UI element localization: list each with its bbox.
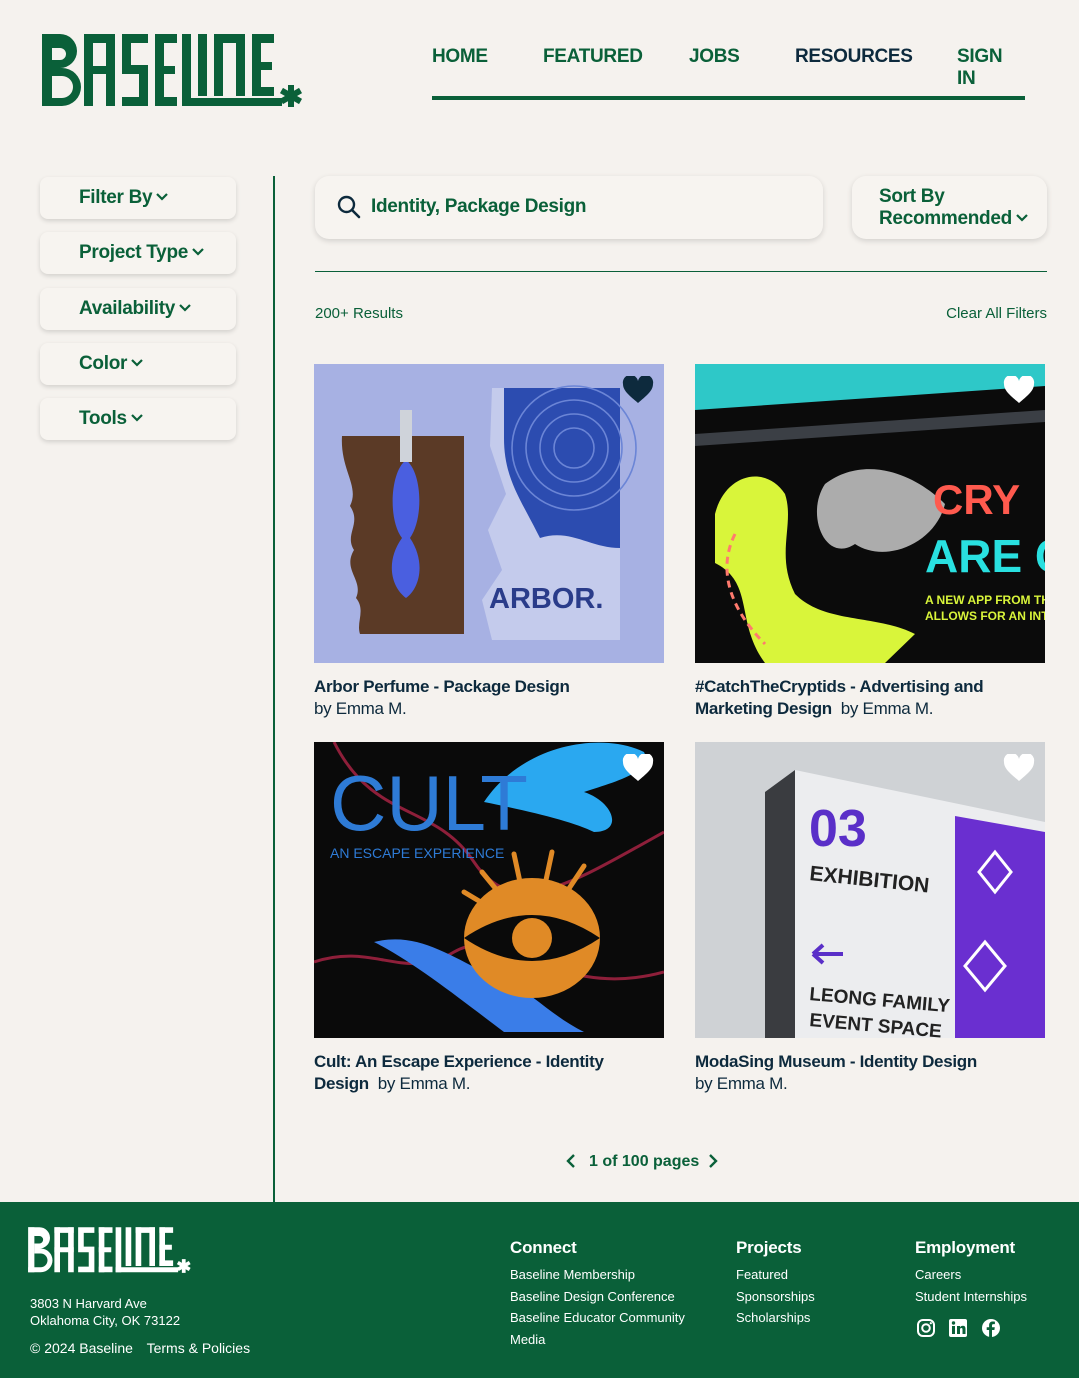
- nav-resources[interactable]: RESOURCES: [795, 46, 913, 68]
- nav-sign-in[interactable]: SIGN IN: [957, 46, 1025, 90]
- cult-subtext: AN ESCAPE EXPERIENCE: [330, 845, 504, 861]
- footer-link[interactable]: Featured: [736, 1264, 815, 1286]
- footer-heading: Projects: [736, 1238, 802, 1257]
- clear-all-filters-link[interactable]: Clear All Filters: [946, 305, 1047, 322]
- favorite-heart-icon[interactable]: [1003, 754, 1035, 782]
- page-indicator: 1 of 100 pages: [589, 1153, 700, 1170]
- filter-label: Filter By: [79, 187, 153, 208]
- chevron-down-icon: [156, 193, 169, 201]
- cryptids-subtext: A NEW APP FROM THE NA: [925, 593, 1045, 607]
- sort-value: Recommended: [879, 208, 1012, 229]
- project-type-dropdown[interactable]: Project Type: [40, 232, 236, 274]
- baseline-logo[interactable]: [42, 32, 304, 112]
- project-thumbnail[interactable]: CULT AN ESCAPE EXPERIENCE: [314, 742, 664, 1038]
- cryptids-headline-2: ARE CO: [925, 530, 1045, 582]
- sort-label: Sort By: [879, 186, 945, 207]
- project-title: #CatchTheCryptids - Advertising and Mark…: [695, 677, 984, 718]
- filter-label: Color: [79, 353, 128, 374]
- footer-link[interactable]: Baseline Membership: [510, 1264, 685, 1286]
- footer-address: 3803 N Harvard Ave Oklahoma City, OK 731…: [30, 1295, 180, 1329]
- address-line: Oklahoma City, OK 73122: [30, 1313, 181, 1328]
- footer-column-connect: Connect Baseline Membership Baseline Des…: [510, 1238, 685, 1350]
- footer-column-employment: Employment Careers Student Internships: [915, 1238, 1027, 1307]
- instagram-icon[interactable]: [916, 1318, 936, 1338]
- results-divider: [315, 271, 1047, 272]
- favorite-heart-icon[interactable]: [622, 754, 654, 782]
- availability-dropdown[interactable]: Availability: [40, 288, 236, 330]
- cryptids-subtext-2: ALLOWS FOR AN INTERAC: [925, 609, 1045, 623]
- filter-label: Project Type: [79, 242, 189, 263]
- footer-link[interactable]: Baseline Design Conference: [510, 1286, 685, 1308]
- chevron-down-icon: [179, 304, 191, 312]
- favorite-heart-icon[interactable]: [622, 376, 654, 404]
- chevron-down-icon: [1016, 214, 1028, 222]
- footer-column-projects: Projects Featured Sponsorships Scholarsh…: [736, 1238, 815, 1329]
- search-input[interactable]: [371, 190, 801, 224]
- footer-link[interactable]: Baseline Educator Community: [510, 1307, 685, 1329]
- filter-label: Tools: [79, 408, 127, 429]
- project-card[interactable]: CRY ARE CO A NEW APP FROM THE NA ALLOWS …: [695, 364, 1045, 720]
- filter-label: Availability: [79, 298, 176, 319]
- main-nav: HOME FEATURED JOBS RESOURCES SIGN IN: [432, 44, 1025, 100]
- search-bar[interactable]: [315, 176, 823, 239]
- cult-logo-text: CULT: [330, 759, 528, 847]
- footer-link[interactable]: Careers: [915, 1264, 1027, 1286]
- modasing-number: 03: [809, 800, 867, 858]
- cryptids-headline: CRY: [933, 476, 1020, 523]
- project-card[interactable]: ARBOR. Arbor Perfume - Package Design by…: [314, 364, 664, 720]
- footer-link[interactable]: Scholarships: [736, 1307, 815, 1329]
- project-caption[interactable]: Arbor Perfume - Package Design by Emma M…: [314, 676, 664, 720]
- sidebar-divider: [273, 176, 275, 1202]
- site-footer: 3803 N Harvard Ave Oklahoma City, OK 731…: [0, 1202, 1079, 1378]
- footer-heading: Connect: [510, 1238, 577, 1257]
- project-author: by Emma M.: [377, 1074, 471, 1093]
- project-thumbnail[interactable]: 03 EXHIBITION LEONG FAMILY EVENT SPACE: [695, 742, 1045, 1038]
- project-caption[interactable]: Cult: An Escape Experience - Identity De…: [314, 1051, 634, 1095]
- modasing-artwork: 03 EXHIBITION LEONG FAMILY EVENT SPACE: [695, 742, 1045, 1038]
- sort-dropdown[interactable]: Sort By Recommended: [852, 176, 1047, 239]
- footer-link[interactable]: Media: [510, 1329, 685, 1351]
- project-thumbnail[interactable]: ARBOR.: [314, 364, 664, 663]
- chevron-left-icon[interactable]: [566, 1154, 576, 1168]
- tools-dropdown[interactable]: Tools: [40, 398, 236, 440]
- project-title: ModaSing Museum - Identity Design: [695, 1052, 977, 1071]
- project-caption[interactable]: ModaSing Museum - Identity Design by Emm…: [695, 1051, 1045, 1095]
- nav-jobs[interactable]: JOBS: [689, 46, 740, 68]
- chevron-down-icon: [192, 248, 204, 256]
- project-title: Arbor Perfume - Package Design: [314, 677, 570, 696]
- cryptids-artwork: CRY ARE CO A NEW APP FROM THE NA ALLOWS …: [695, 364, 1045, 663]
- chevron-right-icon[interactable]: [708, 1154, 718, 1168]
- project-card[interactable]: 03 EXHIBITION LEONG FAMILY EVENT SPACE M…: [695, 742, 1045, 1095]
- linkedin-icon[interactable]: [948, 1318, 968, 1338]
- search-icon: [337, 195, 361, 219]
- cult-artwork: CULT AN ESCAPE EXPERIENCE: [314, 742, 664, 1038]
- footer-heading: Employment: [915, 1238, 1016, 1257]
- project-card[interactable]: CULT AN ESCAPE EXPERIENCE Cult: An Escap…: [314, 742, 664, 1095]
- footer-legal: © 2024 Baseline Terms & Policies: [30, 1340, 260, 1356]
- chevron-down-icon: [130, 414, 143, 422]
- facebook-icon[interactable]: [981, 1318, 1001, 1338]
- copyright: © 2024 Baseline: [30, 1340, 133, 1356]
- filter-by-dropdown[interactable]: Filter By: [40, 177, 236, 219]
- nav-home[interactable]: HOME: [432, 46, 488, 68]
- pagination: 1 of 100 pages: [560, 1151, 730, 1175]
- color-dropdown[interactable]: Color: [40, 343, 236, 385]
- favorite-heart-icon[interactable]: [1003, 376, 1035, 404]
- terms-link[interactable]: Terms & Policies: [147, 1340, 250, 1356]
- project-author: by Emma M.: [314, 699, 407, 718]
- arbor-package-text: ARBOR.: [489, 583, 603, 615]
- footer-link[interactable]: Sponsorships: [736, 1286, 815, 1308]
- footer-link[interactable]: Student Internships: [915, 1286, 1027, 1308]
- address-line: 3803 N Harvard Ave: [30, 1296, 147, 1311]
- arbor-artwork: ARBOR.: [314, 364, 664, 663]
- nav-featured[interactable]: FEATURED: [543, 46, 643, 68]
- project-caption[interactable]: #CatchTheCryptids - Advertising and Mark…: [695, 676, 1015, 720]
- project-thumbnail[interactable]: CRY ARE CO A NEW APP FROM THE NA ALLOWS …: [695, 364, 1045, 663]
- footer-baseline-logo[interactable]: [28, 1226, 192, 1276]
- results-count: 200+ Results: [315, 305, 403, 322]
- chevron-down-icon: [131, 359, 143, 367]
- project-author: by Emma M.: [840, 699, 934, 718]
- project-author: by Emma M.: [695, 1074, 788, 1093]
- social-links: [916, 1318, 1009, 1343]
